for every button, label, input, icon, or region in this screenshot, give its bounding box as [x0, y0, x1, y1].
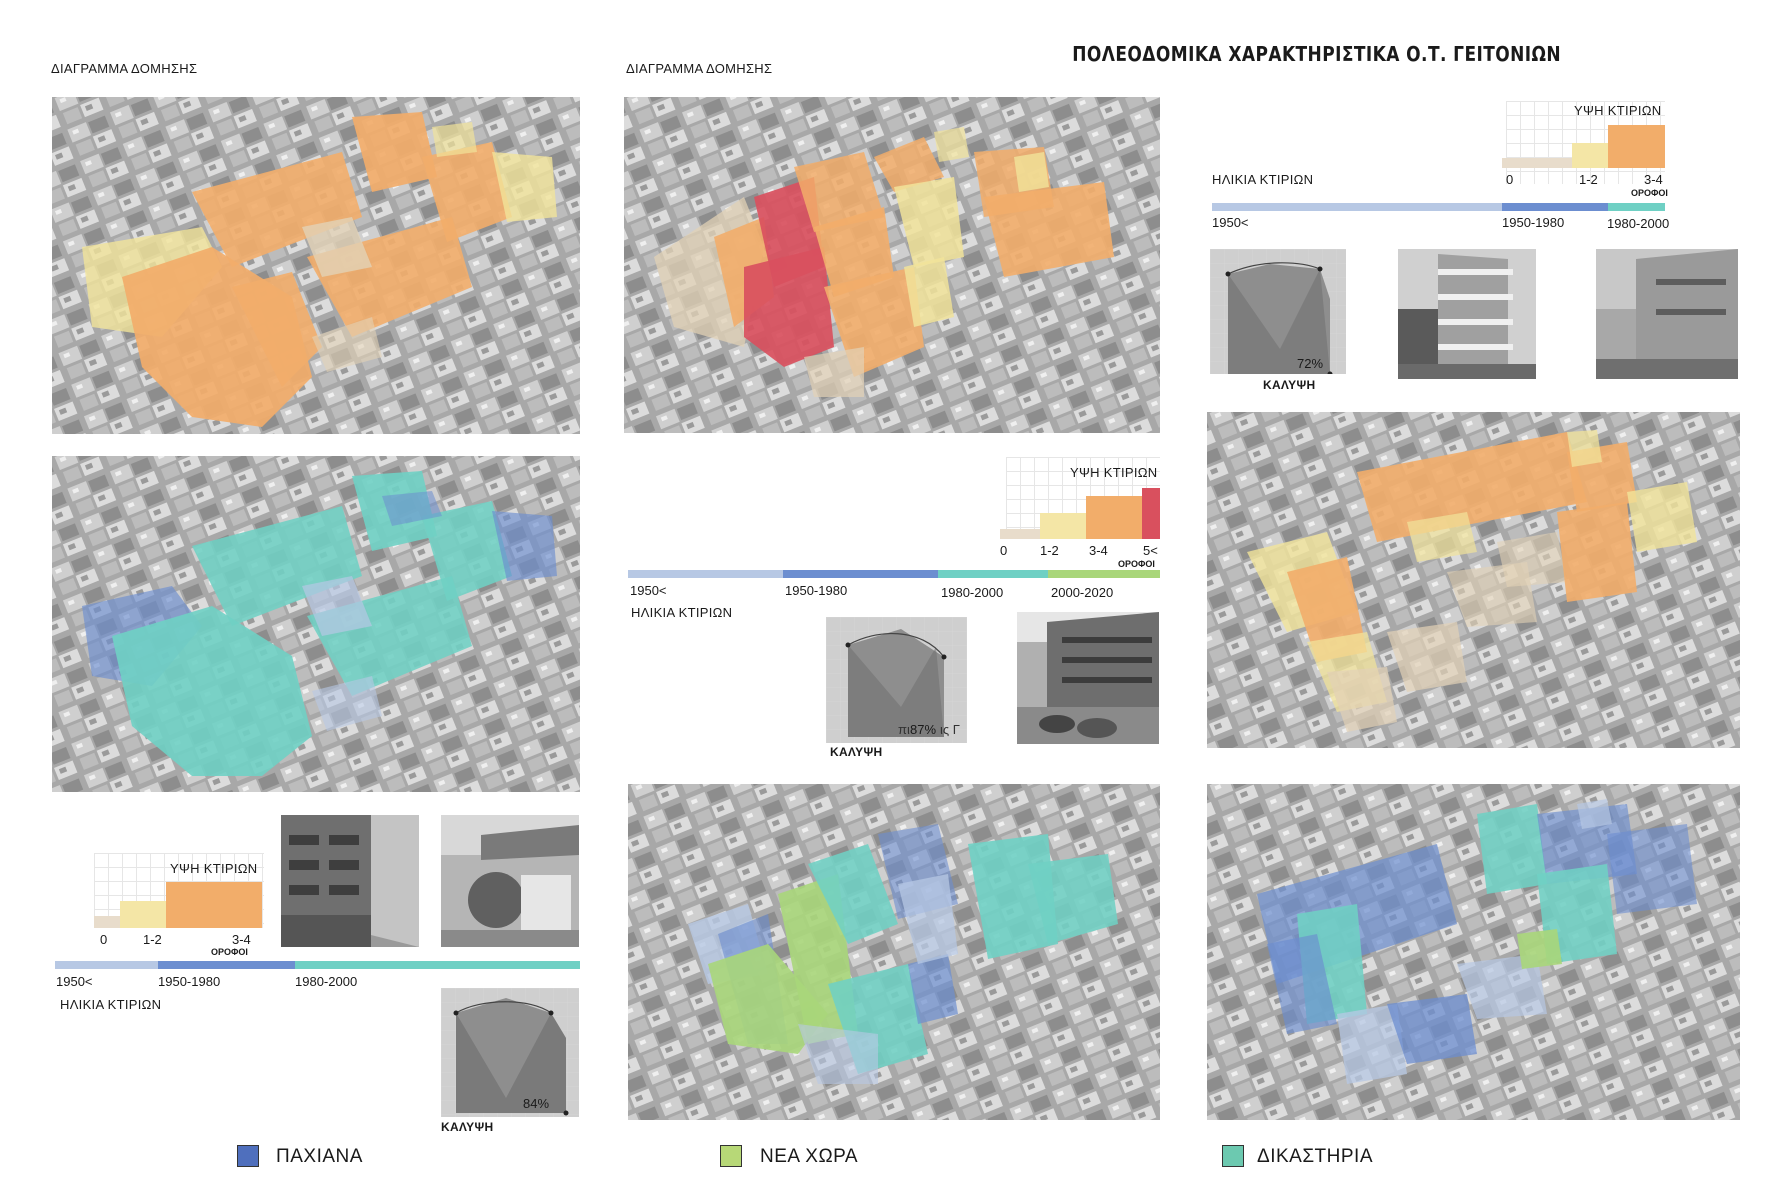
left-age-tick-2: 1980-2000: [295, 974, 358, 989]
left-height-bar-1: [120, 901, 166, 928]
middle-height-bar-1: [1040, 513, 1086, 539]
middle-heights-title: ΥΨΗ ΚΤΙΡΙΩΝ: [1070, 465, 1158, 480]
right-street-photo-1: [1398, 249, 1536, 379]
legend-label-nea-chora: ΝΕΑ ΧΩΡΑ: [760, 1146, 859, 1167]
left-ages-aerial: [52, 456, 580, 792]
left-heights-title: ΥΨΗ ΚΤΙΡΙΩΝ: [170, 861, 258, 876]
middle-height-bar-2: [1086, 496, 1142, 539]
right-height-tick-0: 0: [1506, 172, 1514, 187]
right-age-tick-0: 1950<: [1212, 215, 1249, 230]
middle-height-bar-0: [1000, 529, 1040, 539]
middle-ages-aerial: [628, 784, 1160, 1120]
left-height-tick-2: 3-4: [232, 932, 251, 947]
right-coverage-chart: 72%: [1210, 249, 1346, 377]
right-floors-label: ΟΡΟΦΟΙ: [1631, 188, 1668, 198]
right-age-label: ΗΛΙΚΙΑ ΚΤΙΡΙΩΝ: [1212, 172, 1314, 187]
middle-age-label: ΗΛΙΚΙΑ ΚΤΙΡΙΩΝ: [631, 605, 733, 620]
legend-label-pachiana: ΠΑΧΙΑΝΑ: [276, 1146, 363, 1167]
middle-age-tick-2: 1980-2000: [941, 585, 1004, 600]
right-height-bar-2: [1608, 125, 1665, 168]
left-street-photo-1: [281, 815, 419, 947]
left-diagram-label: ΔΙΑΓΡΑΜΜΑ ΔΟΜΗΣΗΣ: [51, 61, 198, 76]
left-age-tick-1: 1950-1980: [158, 974, 221, 989]
left-age-bar-2: [158, 961, 295, 969]
middle-coverage-overlay: πι: [898, 722, 910, 737]
left-coverage-label: ΚΑΛΥΨΗ: [441, 1120, 494, 1134]
middle-height-tick-1: 1-2: [1040, 543, 1059, 558]
right-coverage-label: ΚΑΛΥΨΗ: [1263, 378, 1316, 392]
right-height-bar-0: [1502, 158, 1572, 168]
left-height-bar-2: [166, 882, 262, 928]
middle-height-tick-0: 0: [1000, 543, 1008, 558]
right-age-tick-1: 1950-1980: [1502, 215, 1565, 230]
middle-coverage-chart: πι 87% ις Γ: [826, 617, 967, 743]
left-height-tick-0: 0: [100, 932, 108, 947]
middle-diagram-label: ΔΙΑΓΡΑΜΜΑ ΔΟΜΗΣΗΣ: [626, 61, 773, 76]
right-age-bar-2: [1502, 203, 1608, 211]
left-age-tick-0: 1950<: [56, 974, 93, 989]
middle-age-bar-2: [783, 570, 938, 578]
legend-label-dikastiria: ΔΙΚΑΣΤΗΡΙΑ: [1257, 1146, 1374, 1167]
legend-swatch-dikastiria: [1222, 1145, 1244, 1167]
middle-height-tick-3: 5<: [1143, 543, 1158, 558]
right-street-photo-2: [1596, 249, 1738, 379]
left-coverage-value: 84%: [523, 1096, 550, 1111]
middle-age-bar-1: [628, 570, 783, 578]
middle-floors-label: ΟΡΟΦΟΙ: [1118, 559, 1155, 569]
right-coverage-value: 72%: [1297, 356, 1324, 371]
right-age-bar-3: [1608, 203, 1665, 211]
middle-age-tick-3: 2000-2020: [1051, 585, 1114, 600]
middle-age-bar-4: [1048, 570, 1160, 578]
left-height-bar-0: [94, 916, 120, 928]
middle-street-photo: [1017, 612, 1159, 744]
right-heights-aerial: [1207, 412, 1740, 748]
middle-age-tick-1: 1950-1980: [785, 583, 848, 598]
legend-swatch-pachiana: [237, 1145, 259, 1167]
right-age-bar-1: [1212, 203, 1502, 211]
middle-heights-aerial: [624, 97, 1160, 433]
right-height-tick-1: 1-2: [1579, 172, 1598, 187]
legend-swatch-nea-chora: [720, 1145, 742, 1167]
page-title: ΠΟΛΕΟΔΟΜΙΚΑ ΧΑΡΑΚΤΗΡΙΣΤΙΚΑ Ο.Τ. ΓΕΙΤΟΝΙΩ…: [1072, 42, 1561, 66]
left-heights-aerial: [52, 97, 580, 434]
left-street-photo-2: [441, 815, 579, 947]
middle-coverage-value: 87%: [910, 722, 937, 737]
left-floors-label: ΟΡΟΦΟΙ: [211, 947, 248, 957]
middle-age-tick-0: 1950<: [630, 583, 667, 598]
middle-age-bar-3: [938, 570, 1048, 578]
right-height-bar-1: [1572, 143, 1608, 168]
right-height-tick-2: 3-4: [1644, 172, 1663, 187]
left-age-bar-3: [295, 961, 580, 969]
left-height-tick-1: 1-2: [143, 932, 162, 947]
middle-height-tick-2: 3-4: [1089, 543, 1108, 558]
middle-coverage-label: ΚΑΛΥΨΗ: [830, 745, 883, 759]
left-age-label: ΗΛΙΚΙΑ ΚΤΙΡΙΩΝ: [60, 997, 162, 1012]
left-coverage-chart: 84%: [441, 988, 579, 1117]
right-ages-aerial: [1207, 784, 1740, 1120]
middle-height-bar-3: [1142, 488, 1160, 539]
left-age-bar-1: [55, 961, 158, 969]
middle-coverage-overlay-2: ις Γ: [940, 722, 960, 737]
right-heights-title: ΥΨΗ ΚΤΙΡΙΩΝ: [1574, 103, 1662, 118]
right-age-tick-2: 1980-2000: [1607, 216, 1670, 231]
